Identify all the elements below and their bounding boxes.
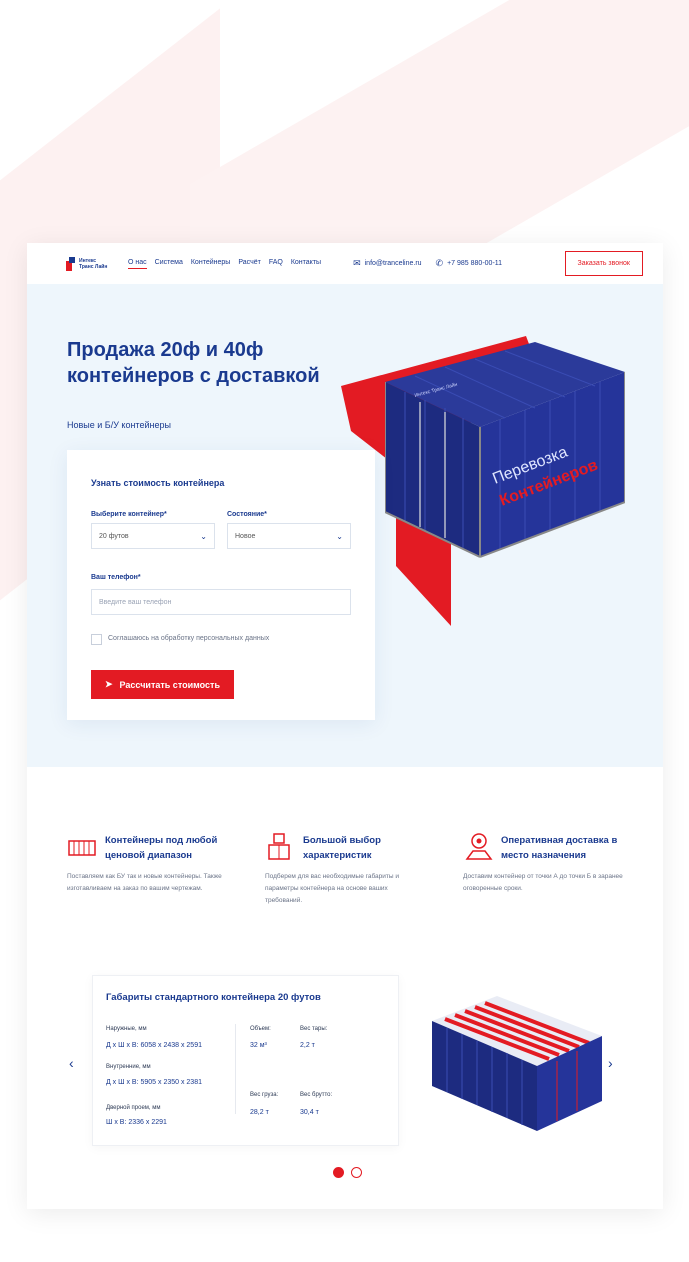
logo-mark-icon [66, 256, 76, 271]
phone-text: +7 985 880-00-11 [447, 260, 503, 267]
hero-title: Продажа 20ф и 40ф контейнеров с доставко… [67, 339, 320, 387]
feature-title: Контейнеры под любой ценовой диапазон [105, 835, 218, 861]
landing-page: Интекс Транс Лайн О нас Система Контейне… [27, 243, 663, 1209]
state-select-label: Состояние* [227, 511, 267, 518]
divider [235, 1024, 236, 1114]
boxes-icon [268, 833, 290, 860]
volume-label: Объем: [250, 1026, 271, 1032]
delivery-pin-icon [465, 833, 493, 860]
nav-system[interactable]: Система [155, 259, 183, 269]
feature-text: Доставим контейнер от точки А до точки Б… [463, 873, 623, 892]
open-container-image [432, 996, 602, 1131]
slider-dot-active[interactable] [333, 1167, 344, 1178]
nav-contacts[interactable]: Контакты [291, 259, 321, 269]
feature-title: Большой выбор характеристик [303, 835, 381, 861]
hero-subtitle: Новые и Б/У контейнеры [67, 420, 171, 430]
state-select[interactable]: Новое ⌄ [227, 523, 351, 549]
phone-field-label: Ваш телефон* [91, 574, 141, 581]
phone-icon: ✆ [435, 258, 444, 268]
consent-label: Соглашаюсь на обработку персональных дан… [108, 635, 270, 642]
site-header: Интекс Транс Лайн О нас Система Контейне… [27, 243, 663, 284]
container-icon [68, 840, 96, 856]
email-link[interactable]: ✉ info@tranceline.ru [353, 258, 421, 269]
dimensions-title: Габариты стандартного контейнера 20 футо… [106, 992, 321, 1003]
inner-dims-label: Внутренние, мм [106, 1064, 151, 1070]
feature-title: Оперативная доставка в место назначения [501, 835, 618, 861]
form-title: Узнать стоимость контейнера [91, 478, 225, 488]
nav-calculation[interactable]: Расчёт [238, 259, 261, 269]
logo[interactable]: Интекс Транс Лайн [66, 256, 128, 271]
inner-dims-value: Д х Ш х В: 5905 х 2350 х 2381 [106, 1079, 202, 1086]
email-text: info@tranceline.ru [364, 260, 422, 267]
consent-checkbox[interactable] [91, 634, 102, 645]
door-dims-value: Ш х В: 2336 х 2291 [106, 1119, 167, 1126]
feature-text: Подберем для вас необходимые габариты и … [265, 873, 399, 904]
outer-dims-label: Наружные, мм [106, 1026, 147, 1032]
logo-line-2: Транс Лайн [79, 263, 108, 270]
price-form: Узнать стоимость контейнера Выберите кон… [67, 450, 375, 720]
calculate-button[interactable]: ➤ Рассчитать стоимость [91, 670, 234, 699]
dimensions-card: Габариты стандартного контейнера 20 футо… [92, 975, 399, 1146]
hero-section: Продажа 20ф и 40ф контейнеров с доставко… [27, 284, 663, 767]
gross-label: Вес брутто: [300, 1092, 333, 1098]
tare-value: 2,2 т [300, 1042, 315, 1049]
container-select-label: Выберите контейнер* [91, 511, 167, 518]
mail-icon: ✉ [353, 258, 361, 268]
phone-link[interactable]: ✆ +7 985 880-00-11 [436, 258, 503, 269]
phone-input[interactable]: Введите ваш телефон [91, 589, 351, 615]
send-arrow-icon: ➤ [104, 679, 113, 689]
slider-pagination [333, 1167, 362, 1178]
container-select-value: 20 футов [99, 532, 129, 540]
door-dims-label: Дверной проем, мм [106, 1105, 161, 1111]
calculate-button-label: Рассчитать стоимость [119, 679, 220, 690]
chevron-down-icon: ⌄ [200, 531, 207, 541]
slider-dot[interactable] [351, 1167, 362, 1178]
cargo-label: Вес груза: [250, 1092, 279, 1098]
gross-value: 30,4 т [300, 1109, 319, 1116]
outer-dims-value: Д х Ш х В: 6058 х 2438 х 2591 [106, 1042, 202, 1049]
tare-label: Вес тары: [300, 1026, 328, 1032]
features-section: Контейнеры под любой ценовой диапазон По… [27, 827, 663, 917]
main-nav: О нас Система Контейнеры Расчёт FAQ Конт… [128, 259, 321, 269]
shipping-container-image: Перевозка Контейнеров Интекс Транс Лайн [385, 342, 625, 558]
container-select[interactable]: 20 футов ⌄ [91, 523, 215, 549]
volume-value: 32 м³ [250, 1042, 267, 1049]
cargo-value: 28,2 т [250, 1109, 269, 1116]
state-select-value: Новое [235, 532, 256, 540]
slider-next-button[interactable]: › [608, 1055, 613, 1071]
feature-text: Поставляем как БУ так и новые контейнеры… [67, 873, 222, 892]
order-call-button[interactable]: Заказать звонок [564, 251, 643, 276]
nav-faq[interactable]: FAQ [269, 259, 283, 269]
nav-about[interactable]: О нас [128, 259, 147, 269]
chevron-down-icon: ⌄ [336, 531, 343, 541]
slider-prev-button[interactable]: ‹ [69, 1055, 74, 1071]
nav-containers[interactable]: Контейнеры [191, 259, 230, 269]
